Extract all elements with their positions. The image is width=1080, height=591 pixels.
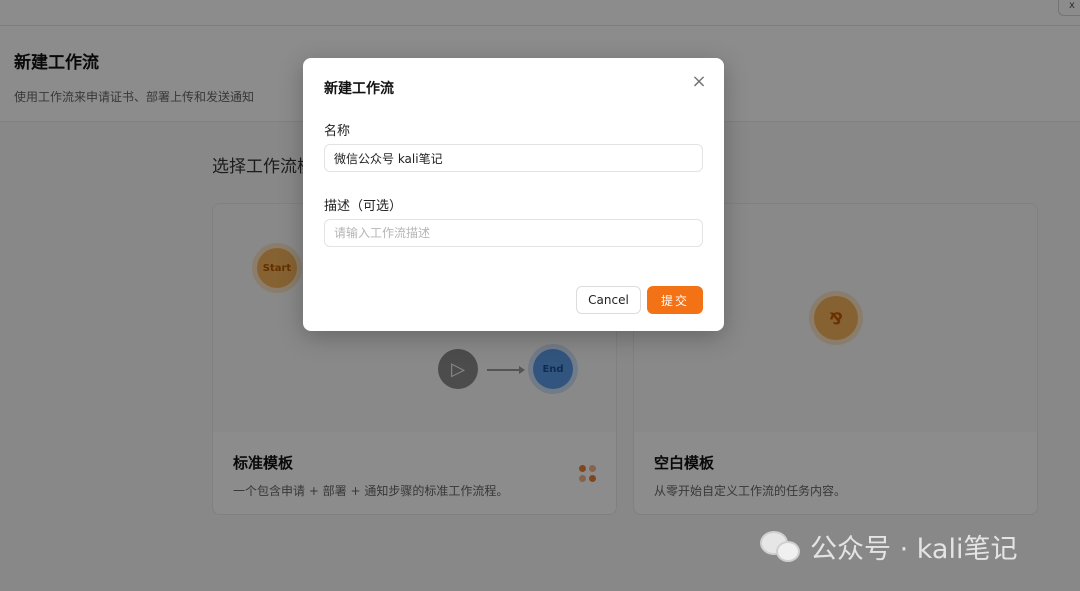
description-label: 描述（可选） [324, 199, 403, 214]
cancel-button[interactable]: Cancel [576, 286, 641, 314]
wechat-icon [760, 529, 802, 565]
watermark: 公众号 · kali笔记 [760, 527, 1017, 566]
description-field[interactable] [324, 219, 703, 247]
new-workflow-dialog: 新建工作流 × 名称 描述（可选） Cancel 提交 [303, 58, 724, 331]
name-label: 名称 [324, 124, 351, 139]
submit-button[interactable]: 提交 [647, 286, 703, 314]
dialog-title: 新建工作流 [324, 81, 394, 97]
name-field[interactable] [324, 144, 703, 172]
watermark-text: 公众号 · kali笔记 [810, 534, 1018, 565]
close-icon[interactable]: × [689, 72, 709, 92]
